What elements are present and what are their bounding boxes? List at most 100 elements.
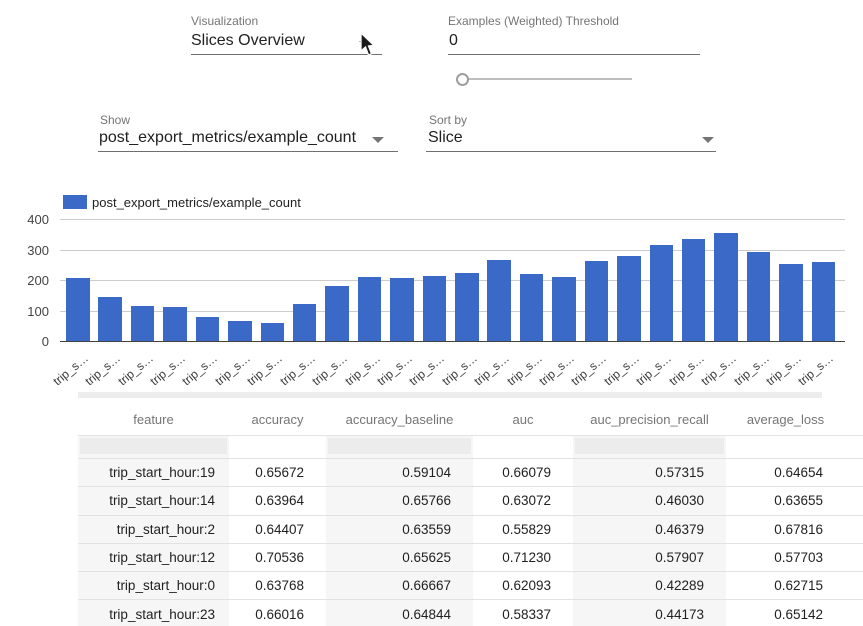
y-axis-tick-label: 400 xyxy=(19,212,49,227)
chart-bar[interactable] xyxy=(714,233,738,341)
show-label: Show xyxy=(100,113,130,127)
chart-bar[interactable] xyxy=(455,273,479,341)
visualization-underline xyxy=(191,54,382,55)
metric-cell: 0.59104 xyxy=(326,459,473,486)
feature-cell: trip_start_hour:19 xyxy=(78,459,229,486)
chart-bar[interactable] xyxy=(196,317,220,341)
feature-cell: trip_start_hour:23 xyxy=(78,600,229,626)
metrics-table: featureaccuracyaccuracy_baselineaucauc_p… xyxy=(78,398,863,626)
table-row[interactable]: trip_start_hour:140.639640.657660.630720… xyxy=(78,486,863,514)
threshold-underline xyxy=(448,54,700,55)
table-row[interactable]: trip_start_hour:120.705360.656250.712300… xyxy=(78,543,863,571)
column-filter-accuracy[interactable] xyxy=(229,436,326,458)
feature-cell: trip_start_hour:0 xyxy=(78,572,229,599)
table-filter-row xyxy=(78,436,863,458)
feature-cell: trip_start_hour:2 xyxy=(78,516,229,543)
metric-cell: 0.62715 xyxy=(726,572,845,599)
y-axis-tick-label: 200 xyxy=(19,273,49,288)
column-header-auc[interactable]: auc xyxy=(473,398,573,435)
chart-bar[interactable] xyxy=(293,304,317,341)
legend-swatch xyxy=(63,195,87,209)
chart-bar[interactable] xyxy=(520,274,544,341)
metric-cell: 0.63072 xyxy=(473,487,573,514)
column-filter-auc_precision_recall[interactable] xyxy=(573,436,726,458)
column-header-accuracy_baseline[interactable]: accuracy_baseline xyxy=(326,398,473,435)
gridline xyxy=(60,341,845,342)
metric-cell: 0.57907 xyxy=(573,544,726,571)
column-header-auc_precision_recall[interactable]: auc_precision_recall xyxy=(573,398,726,435)
threshold-slider[interactable] xyxy=(458,78,632,80)
metric-cell: 0.65672 xyxy=(229,459,326,486)
mouse-cursor-icon xyxy=(360,32,378,58)
metric-cell: 0.63655 xyxy=(726,487,845,514)
sortby-underline xyxy=(426,151,716,152)
metric-cell: 0.65766 xyxy=(326,487,473,514)
metric-cell: 0.66079 xyxy=(473,459,573,486)
column-filter-feature[interactable] xyxy=(78,436,229,458)
metric-cell: 0.62093 xyxy=(473,572,573,599)
chart-bar[interactable] xyxy=(228,321,252,341)
metric-cell: 0.55829 xyxy=(473,516,573,543)
chart-bar[interactable] xyxy=(812,262,836,341)
sortby-label: Sort by xyxy=(429,113,467,127)
metric-cell: 0.70536 xyxy=(229,544,326,571)
chart-bar[interactable] xyxy=(585,261,609,341)
chevron-down-icon xyxy=(372,137,384,143)
chevron-down-icon xyxy=(702,137,714,143)
column-filter-average_loss[interactable] xyxy=(726,436,845,458)
chart-bar[interactable] xyxy=(682,239,706,341)
column-header-average_loss[interactable]: average_loss xyxy=(726,398,845,435)
metric-cell: 0.67816 xyxy=(726,516,845,543)
chart-bar[interactable] xyxy=(747,252,771,341)
chart-bar[interactable] xyxy=(779,264,803,341)
chart-bar[interactable] xyxy=(261,323,285,341)
chart-bar[interactable] xyxy=(423,276,447,341)
chart-bar[interactable] xyxy=(617,256,641,341)
feature-cell: trip_start_hour:12 xyxy=(78,544,229,571)
y-axis-tick-label: 100 xyxy=(19,304,49,319)
column-header-feature[interactable]: feature xyxy=(78,398,229,435)
metric-cell: 0.57315 xyxy=(573,459,726,486)
chart-bar[interactable] xyxy=(66,278,90,341)
chart-bar[interactable] xyxy=(650,245,674,341)
chart-bar[interactable] xyxy=(98,297,122,341)
metric-cell: 0.57703 xyxy=(726,544,845,571)
metric-cell: 0.63559 xyxy=(326,516,473,543)
metric-cell: 0.64844 xyxy=(326,600,473,626)
table-header-row: featureaccuracyaccuracy_baselineaucauc_p… xyxy=(78,398,863,436)
metric-cell: 0.64407 xyxy=(229,516,326,543)
table-row[interactable]: trip_start_hour:230.660160.648440.58337 0… xyxy=(78,599,863,626)
threshold-slider-thumb[interactable] xyxy=(456,73,469,86)
metric-cell: 0.58337 xyxy=(473,600,573,626)
chart-bar[interactable] xyxy=(358,277,382,341)
chart-bar[interactable] xyxy=(487,260,511,341)
metric-cell: 0.65142 xyxy=(726,600,845,626)
gridline xyxy=(60,219,845,220)
chart-bar[interactable] xyxy=(131,306,155,341)
metric-cell: 0.42289 xyxy=(573,572,726,599)
table-row[interactable]: trip_start_hour:20.644070.635590.558290.… xyxy=(78,515,863,543)
y-axis-tick-label: 300 xyxy=(19,243,49,258)
chart-bar[interactable] xyxy=(390,278,414,341)
visualization-value: Slices Overview xyxy=(191,32,305,50)
show-value: post_export_metrics/example_count xyxy=(99,129,356,147)
column-filter-auc[interactable] xyxy=(473,436,573,458)
metric-cell: 0.71230 xyxy=(473,544,573,571)
metric-cell: 0.63768 xyxy=(229,572,326,599)
legend-label: post_export_metrics/example_count xyxy=(92,195,301,210)
metric-cell: 0.66016 xyxy=(229,600,326,626)
metric-cell: 0.66667 xyxy=(326,572,473,599)
visualization-label: Visualization xyxy=(191,14,258,28)
chart-bar[interactable] xyxy=(163,307,187,341)
y-axis-tick-label: 0 xyxy=(19,334,49,349)
table-row[interactable]: trip_start_hour:190.656720.591040.660790… xyxy=(78,458,863,486)
table-row[interactable]: trip_start_hour:00.637680.666670.620930.… xyxy=(78,571,863,599)
metric-cell: 0.46379 xyxy=(573,516,726,543)
column-header-accuracy[interactable]: accuracy xyxy=(229,398,326,435)
metric-cell: 0.64654 xyxy=(726,459,845,486)
threshold-value: 0 xyxy=(449,32,458,50)
feature-cell: trip_start_hour:14 xyxy=(78,487,229,514)
chart-bar[interactable] xyxy=(552,277,576,341)
column-filter-accuracy_baseline[interactable] xyxy=(326,436,473,458)
chart-bar[interactable] xyxy=(325,286,349,341)
